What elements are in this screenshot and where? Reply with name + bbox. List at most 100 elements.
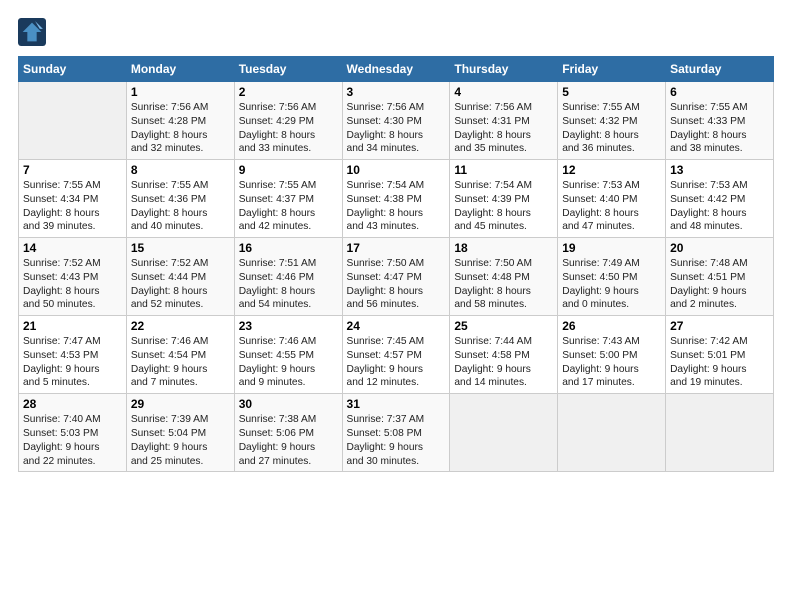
calendar-cell: 17Sunrise: 7:50 AMSunset: 4:47 PMDayligh…	[342, 238, 450, 316]
calendar-cell: 2Sunrise: 7:56 AMSunset: 4:29 PMDaylight…	[234, 82, 342, 160]
logo-icon	[18, 18, 46, 46]
weekday-header-friday: Friday	[558, 57, 666, 82]
day-info: Sunrise: 7:46 AMSunset: 4:55 PMDaylight:…	[239, 335, 338, 390]
weekday-header-tuesday: Tuesday	[234, 57, 342, 82]
day-number: 25	[454, 319, 553, 333]
calendar-cell: 30 Sunrise: 7:38 AMSunset: 5:06 PMDayligh…	[234, 394, 342, 472]
weekday-header-sunday: Sunday	[19, 57, 127, 82]
day-number: 20	[670, 241, 769, 255]
day-info: Sunrise: 7:56 AMSunset: 4:28 PMDaylight:…	[131, 101, 230, 156]
calendar-cell: 8 Sunrise: 7:55 AMSunset: 4:36 PMDaylight…	[126, 160, 234, 238]
day-info: Sunrise: 7:37 AMSunset: 5:08 PMDaylight:…	[347, 413, 446, 468]
day-number: 3	[347, 85, 446, 99]
day-info: Sunrise: 7:54 AMSunset: 4:38 PMDaylight:…	[347, 179, 446, 234]
day-info: Sunrise: 7:45 AMSunset: 4:57 PMDaylight:…	[347, 335, 446, 390]
day-number: 2	[239, 85, 338, 99]
day-info: Sunrise: 7:48 AMSunset: 4:51 PMDaylight:…	[670, 257, 769, 312]
day-number: 11	[454, 163, 553, 177]
day-number: 26	[562, 319, 661, 333]
week-row-3: 14Sunrise: 7:52 AMSunset: 4:43 PMDayligh…	[19, 238, 774, 316]
day-info: Sunrise: 7:44 AMSunset: 4:58 PMDaylight:…	[454, 335, 553, 390]
day-number: 16	[239, 241, 338, 255]
day-number: 19	[562, 241, 661, 255]
day-number: 4	[454, 85, 553, 99]
weekday-header-thursday: Thursday	[450, 57, 558, 82]
day-info: Sunrise: 7:52 AMSunset: 4:43 PMDaylight:…	[23, 257, 122, 312]
calendar-cell: 7 Sunrise: 7:55 AMSunset: 4:34 PMDaylight…	[19, 160, 127, 238]
day-number: 12	[562, 163, 661, 177]
day-number: 28	[23, 397, 122, 411]
calendar-cell: 19 Sunrise: 7:49 AMSunset: 4:50 PMDayligh…	[558, 238, 666, 316]
calendar-cell: 14Sunrise: 7:52 AMSunset: 4:43 PMDayligh…	[19, 238, 127, 316]
day-info: Sunrise: 7:40 AMSunset: 5:03 PMDaylight:…	[23, 413, 122, 468]
day-info: Sunrise: 7:39 AMSunset: 5:04 PMDaylight:…	[131, 413, 230, 468]
calendar-cell: 15 Sunrise: 7:52 AMSunset: 4:44 PMDayligh…	[126, 238, 234, 316]
weekday-header-row: SundayMondayTuesdayWednesdayThursdayFrid…	[19, 57, 774, 82]
day-number: 17	[347, 241, 446, 255]
day-number: 31	[347, 397, 446, 411]
day-info: Sunrise: 7:55 AMSunset: 4:37 PMDaylight:…	[239, 179, 338, 234]
day-info: Sunrise: 7:55 AMSunset: 4:36 PMDaylight:…	[131, 179, 230, 234]
day-number: 15	[131, 241, 230, 255]
week-row-1: 1 Sunrise: 7:56 AMSunset: 4:28 PMDaylight…	[19, 82, 774, 160]
calendar-cell: 23 Sunrise: 7:46 AMSunset: 4:55 PMDayligh…	[234, 316, 342, 394]
header	[18, 18, 774, 46]
day-number: 1	[131, 85, 230, 99]
calendar-cell	[666, 394, 774, 472]
calendar-cell: 10 Sunrise: 7:54 AMSunset: 4:38 PMDayligh…	[342, 160, 450, 238]
calendar-cell: 3Sunrise: 7:56 AMSunset: 4:30 PMDaylight…	[342, 82, 450, 160]
day-number: 22	[131, 319, 230, 333]
weekday-header-monday: Monday	[126, 57, 234, 82]
day-number: 7	[23, 163, 122, 177]
day-info: Sunrise: 7:46 AMSunset: 4:54 PMDaylight:…	[131, 335, 230, 390]
calendar-cell: 22 Sunrise: 7:46 AMSunset: 4:54 PMDayligh…	[126, 316, 234, 394]
calendar-cell: 11 Sunrise: 7:54 AMSunset: 4:39 PMDayligh…	[450, 160, 558, 238]
weekday-header-wednesday: Wednesday	[342, 57, 450, 82]
day-number: 27	[670, 319, 769, 333]
calendar-table: SundayMondayTuesdayWednesdayThursdayFrid…	[18, 56, 774, 472]
day-number: 10	[347, 163, 446, 177]
day-info: Sunrise: 7:54 AMSunset: 4:39 PMDaylight:…	[454, 179, 553, 234]
day-info: Sunrise: 7:52 AMSunset: 4:44 PMDaylight:…	[131, 257, 230, 312]
day-info: Sunrise: 7:56 AMSunset: 4:31 PMDaylight:…	[454, 101, 553, 156]
calendar-cell: 31 Sunrise: 7:37 AMSunset: 5:08 PMDayligh…	[342, 394, 450, 472]
calendar-cell	[19, 82, 127, 160]
calendar-cell: 4 Sunrise: 7:56 AMSunset: 4:31 PMDaylight…	[450, 82, 558, 160]
calendar-cell: 27 Sunrise: 7:42 AMSunset: 5:01 PMDayligh…	[666, 316, 774, 394]
day-info: Sunrise: 7:42 AMSunset: 5:01 PMDaylight:…	[670, 335, 769, 390]
calendar-cell: 6Sunrise: 7:55 AMSunset: 4:33 PMDaylight…	[666, 82, 774, 160]
day-number: 29	[131, 397, 230, 411]
week-row-5: 28 Sunrise: 7:40 AMSunset: 5:03 PMDayligh…	[19, 394, 774, 472]
page: SundayMondayTuesdayWednesdayThursdayFrid…	[0, 0, 792, 482]
day-number: 8	[131, 163, 230, 177]
day-number: 24	[347, 319, 446, 333]
day-info: Sunrise: 7:43 AMSunset: 5:00 PMDaylight:…	[562, 335, 661, 390]
day-info: Sunrise: 7:51 AMSunset: 4:46 PMDaylight:…	[239, 257, 338, 312]
logo	[18, 18, 50, 46]
day-info: Sunrise: 7:50 AMSunset: 4:48 PMDaylight:…	[454, 257, 553, 312]
calendar-cell: 28 Sunrise: 7:40 AMSunset: 5:03 PMDayligh…	[19, 394, 127, 472]
calendar-cell: 18 Sunrise: 7:50 AMSunset: 4:48 PMDayligh…	[450, 238, 558, 316]
calendar-cell: 24 Sunrise: 7:45 AMSunset: 4:57 PMDayligh…	[342, 316, 450, 394]
calendar-cell: 29 Sunrise: 7:39 AMSunset: 5:04 PMDayligh…	[126, 394, 234, 472]
calendar-cell: 12 Sunrise: 7:53 AMSunset: 4:40 PMDayligh…	[558, 160, 666, 238]
day-number: 6	[670, 85, 769, 99]
day-number: 23	[239, 319, 338, 333]
day-info: Sunrise: 7:55 AMSunset: 4:34 PMDaylight:…	[23, 179, 122, 234]
calendar-cell: 25 Sunrise: 7:44 AMSunset: 4:58 PMDayligh…	[450, 316, 558, 394]
day-number: 9	[239, 163, 338, 177]
day-number: 13	[670, 163, 769, 177]
calendar-cell: 20 Sunrise: 7:48 AMSunset: 4:51 PMDayligh…	[666, 238, 774, 316]
calendar-cell: 13 Sunrise: 7:53 AMSunset: 4:42 PMDayligh…	[666, 160, 774, 238]
day-number: 18	[454, 241, 553, 255]
calendar-cell: 9 Sunrise: 7:55 AMSunset: 4:37 PMDaylight…	[234, 160, 342, 238]
day-number: 21	[23, 319, 122, 333]
day-info: Sunrise: 7:47 AMSunset: 4:53 PMDaylight:…	[23, 335, 122, 390]
day-info: Sunrise: 7:53 AMSunset: 4:40 PMDaylight:…	[562, 179, 661, 234]
week-row-4: 21 Sunrise: 7:47 AMSunset: 4:53 PMDayligh…	[19, 316, 774, 394]
weekday-header-saturday: Saturday	[666, 57, 774, 82]
day-info: Sunrise: 7:53 AMSunset: 4:42 PMDaylight:…	[670, 179, 769, 234]
day-info: Sunrise: 7:38 AMSunset: 5:06 PMDaylight:…	[239, 413, 338, 468]
day-info: Sunrise: 7:49 AMSunset: 4:50 PMDaylight:…	[562, 257, 661, 312]
day-number: 30	[239, 397, 338, 411]
